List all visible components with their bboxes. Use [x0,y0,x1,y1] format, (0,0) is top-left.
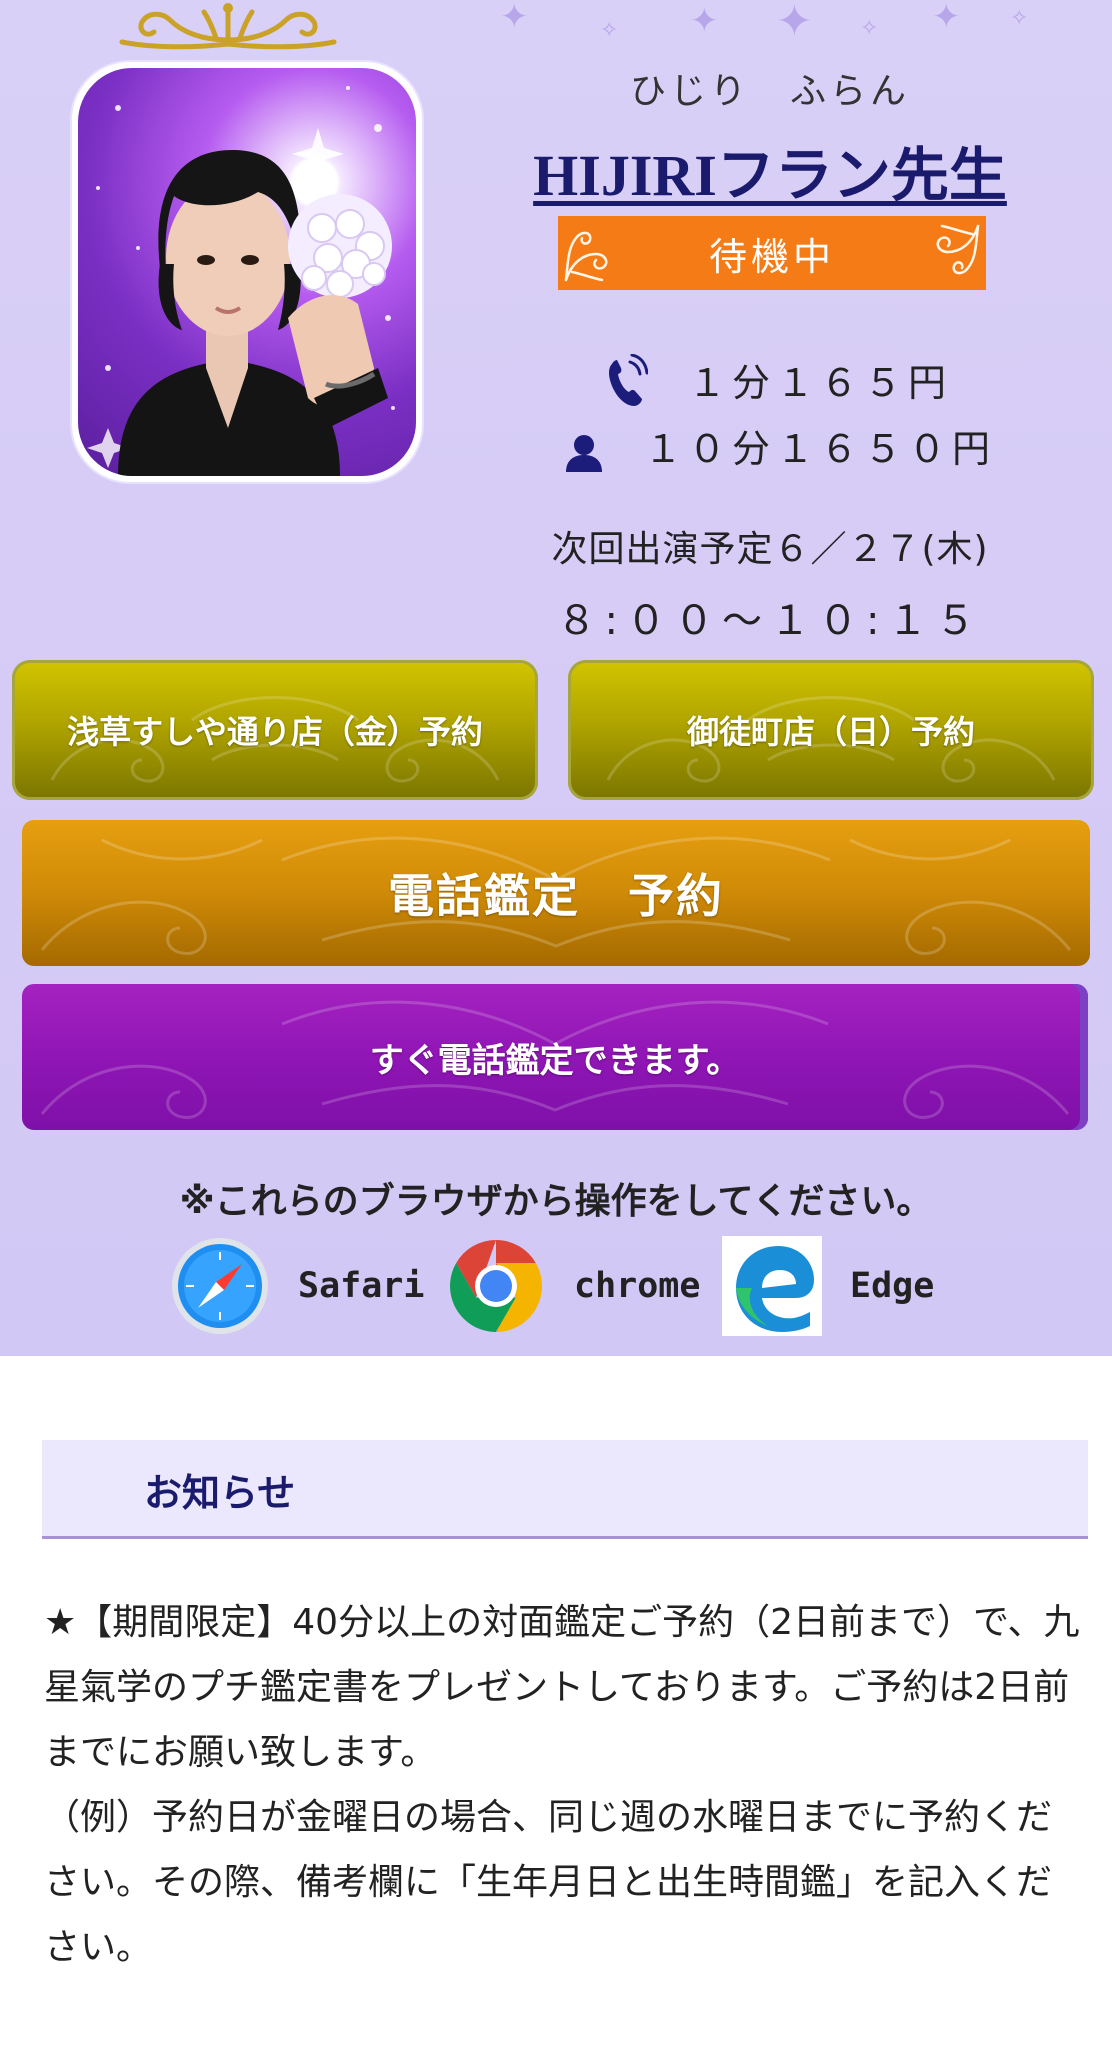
price-ten-minutes: １０分１６５０円 [643,427,996,471]
phone-reading-reservation-button[interactable]: 電話鑑定 予約 [22,820,1090,966]
safari-icon [172,1238,268,1334]
badge-ornament-icon [936,224,980,275]
badge-ornament-icon [564,231,608,282]
phone-reading-reservation-label: 電話鑑定 予約 [388,869,724,923]
sparkle-decoration: ✦ [500,0,529,37]
notice-title: お知らせ [144,1470,296,1515]
sparkle-decoration: ✧ [600,18,619,43]
okachimachi-reservation-button[interactable]: 御徒町店（日）予約 [568,660,1094,800]
gold-ornament [119,3,337,50]
sparkle-decoration: ✧ [860,16,879,41]
fortune-teller-name[interactable]: HIJIRIフラン先生 [500,128,1040,212]
status-badge: 待機中 [558,216,986,290]
portrait-image [87,86,395,476]
phone-reading-now-button[interactable]: すぐ電話鑑定できます。 [22,984,1088,1130]
name-reading: ひじり ふらん [629,71,910,112]
edge-icon [722,1236,822,1336]
notice-header: お知らせ [42,1440,1088,1539]
profile-hero: ✦ ✧ ✦ ✦ ✧ ✦ ✧ ひじり ふらん HIJIRIフラン先生 待機中 １分… [0,0,1112,1356]
safari-label: Safari [298,1266,425,1306]
browser-list: Safari chrome Edge [0,1236,1112,1336]
status-label: 待機中 [708,234,835,279]
next-schedule-time: ８:００〜１０:１５ [556,598,984,644]
sparkle-decoration: ✦ [932,0,961,37]
fortune-teller-photo [72,62,422,482]
sparkle-decoration: ✧ [1010,6,1029,31]
notice-text: ★【期間限定】40分以上の対面鑑定ご予約（2日前まで）で、九星氣学のプチ鑑定書を… [44,1602,1080,1968]
chrome-icon [450,1240,542,1332]
edge-label: Edge [850,1266,935,1306]
price-per-minute: １分１６５円 [687,361,952,405]
okachimachi-reservation-label: 御徒町店（日）予約 [686,713,975,751]
sparkle-decoration: ✦ [690,1,719,41]
chrome-label: chrome [574,1266,701,1306]
person-icon [566,435,602,472]
browser-note: ※これらのブラウザから操作をしてください。 [179,1181,933,1222]
asakusa-reservation-label: 浅草すしや通り店（金）予約 [67,713,483,751]
asakusa-reservation-button[interactable]: 浅草すしや通り店（金）予約 [12,660,538,800]
phone-reading-now-label: すぐ電話鑑定できます。 [369,1040,741,1081]
next-schedule-date: 次回出演予定６／２７(木) [551,529,989,570]
sparkle-decoration: ✦ [776,0,813,47]
